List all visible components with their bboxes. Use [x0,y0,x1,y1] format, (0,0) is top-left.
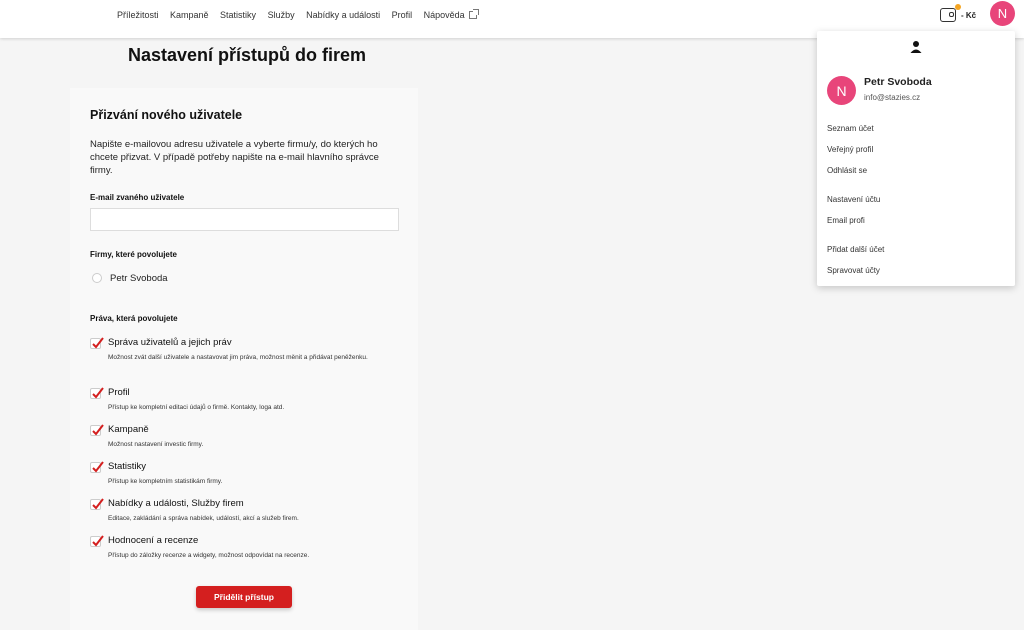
menu-item-nastaveni-uctu[interactable]: Nastavení účtu [827,195,880,204]
dropdown-avatar: N [827,76,856,105]
email-label: E-mail zvaného uživatele [90,193,185,202]
permission-desc: Přístup ke kompletní editaci údajů o fir… [108,404,285,411]
main-nav: Příležitosti Kampaně Statistiky Služby N… [117,9,488,20]
permission-checkbox[interactable] [90,498,104,510]
rights-label: Práva, která povolujete [90,314,178,323]
email-field[interactable] [90,208,399,231]
companies-label: Firmy, které povolujete [90,250,177,259]
checkmark-icon [92,387,104,399]
permission-desc: Editace, zakládání a správa nabídek, udá… [108,515,299,522]
avatar[interactable]: N [990,1,1015,26]
nav-item-nabidky[interactable]: Nabídky a události [306,10,380,20]
permission-title: Hodnocení a recenze [108,535,199,546]
permission-title: Správa uživatelů a jejich práv [108,337,232,348]
company-radio[interactable] [92,273,102,283]
permission-checkbox[interactable] [90,535,104,547]
permission-desc: Možnost zvát další uživatele a nastavova… [108,354,368,361]
permission-title: Kampaně [108,424,149,435]
account-dropdown: N Petr Svoboda info@stazies.cz Seznam úč… [817,31,1015,286]
user-icon [910,41,922,53]
external-link-icon [468,9,479,19]
menu-item-pridat-ucet[interactable]: Přidat další účet [827,245,884,254]
permission-checkbox[interactable] [90,387,104,399]
menu-item-seznam-ucet[interactable]: Seznam účet [827,124,874,133]
menu-item-verejny-profil[interactable]: Veřejný profil [827,145,873,154]
nav-item-kampane[interactable]: Kampaně [170,10,209,20]
permission-title: Statistiky [108,461,147,472]
menu-item-spravovat-ucty[interactable]: Spravovat účty [827,266,880,275]
permission-title: Profil [108,387,130,398]
intro-text: Napište e-mailovou adresu uživatele a vy… [90,139,379,176]
permission-checkbox[interactable] [90,461,104,473]
wallet-icon[interactable] [940,8,956,22]
checkmark-icon [92,461,104,473]
nav-item-napoveda-label: Nápověda [423,10,465,20]
permission-checkbox[interactable] [90,424,104,436]
page-title: Nastavení přístupů do firem [128,45,367,65]
card-title: Přizvání nového uživatele [90,108,243,122]
user-email: info@stazies.cz [864,93,921,102]
checkmark-icon [92,535,104,547]
permission-desc: Přístup do záložky recenze a widgety, mo… [108,552,310,559]
permission-desc: Možnost nastavení investic firmy. [108,441,204,448]
company-name[interactable]: Petr Svoboda [110,273,168,284]
nav-item-sluzby[interactable]: Služby [268,10,295,20]
permission-desc: Přístup ke kompletním statistikám firmy. [108,478,223,485]
menu-item-email-profi[interactable]: Email profi [827,216,865,225]
menu-item-odhlasit[interactable]: Odhlásit se [827,166,867,175]
invite-card: Přizvání nového uživatele Napište e-mail… [70,88,418,630]
permission-title: Nabídky a události, Služby firem [108,498,244,509]
nav-item-napoveda[interactable]: Nápověda [423,9,479,20]
grant-access-button[interactable]: Přidělit přístup [196,586,292,608]
user-name: Petr Svoboda [864,76,932,88]
checkmark-icon [92,498,104,510]
checkmark-icon [92,424,104,436]
nav-item-statistiky[interactable]: Statistiky [220,10,256,20]
nav-item-prilezitosti[interactable]: Příležitosti [117,10,159,20]
permission-checkbox[interactable] [90,337,104,349]
notification-dot [955,4,961,10]
nav-item-profil[interactable]: Profil [392,10,413,20]
wallet-balance[interactable]: - Kč [961,11,976,20]
checkmark-icon [92,337,104,349]
